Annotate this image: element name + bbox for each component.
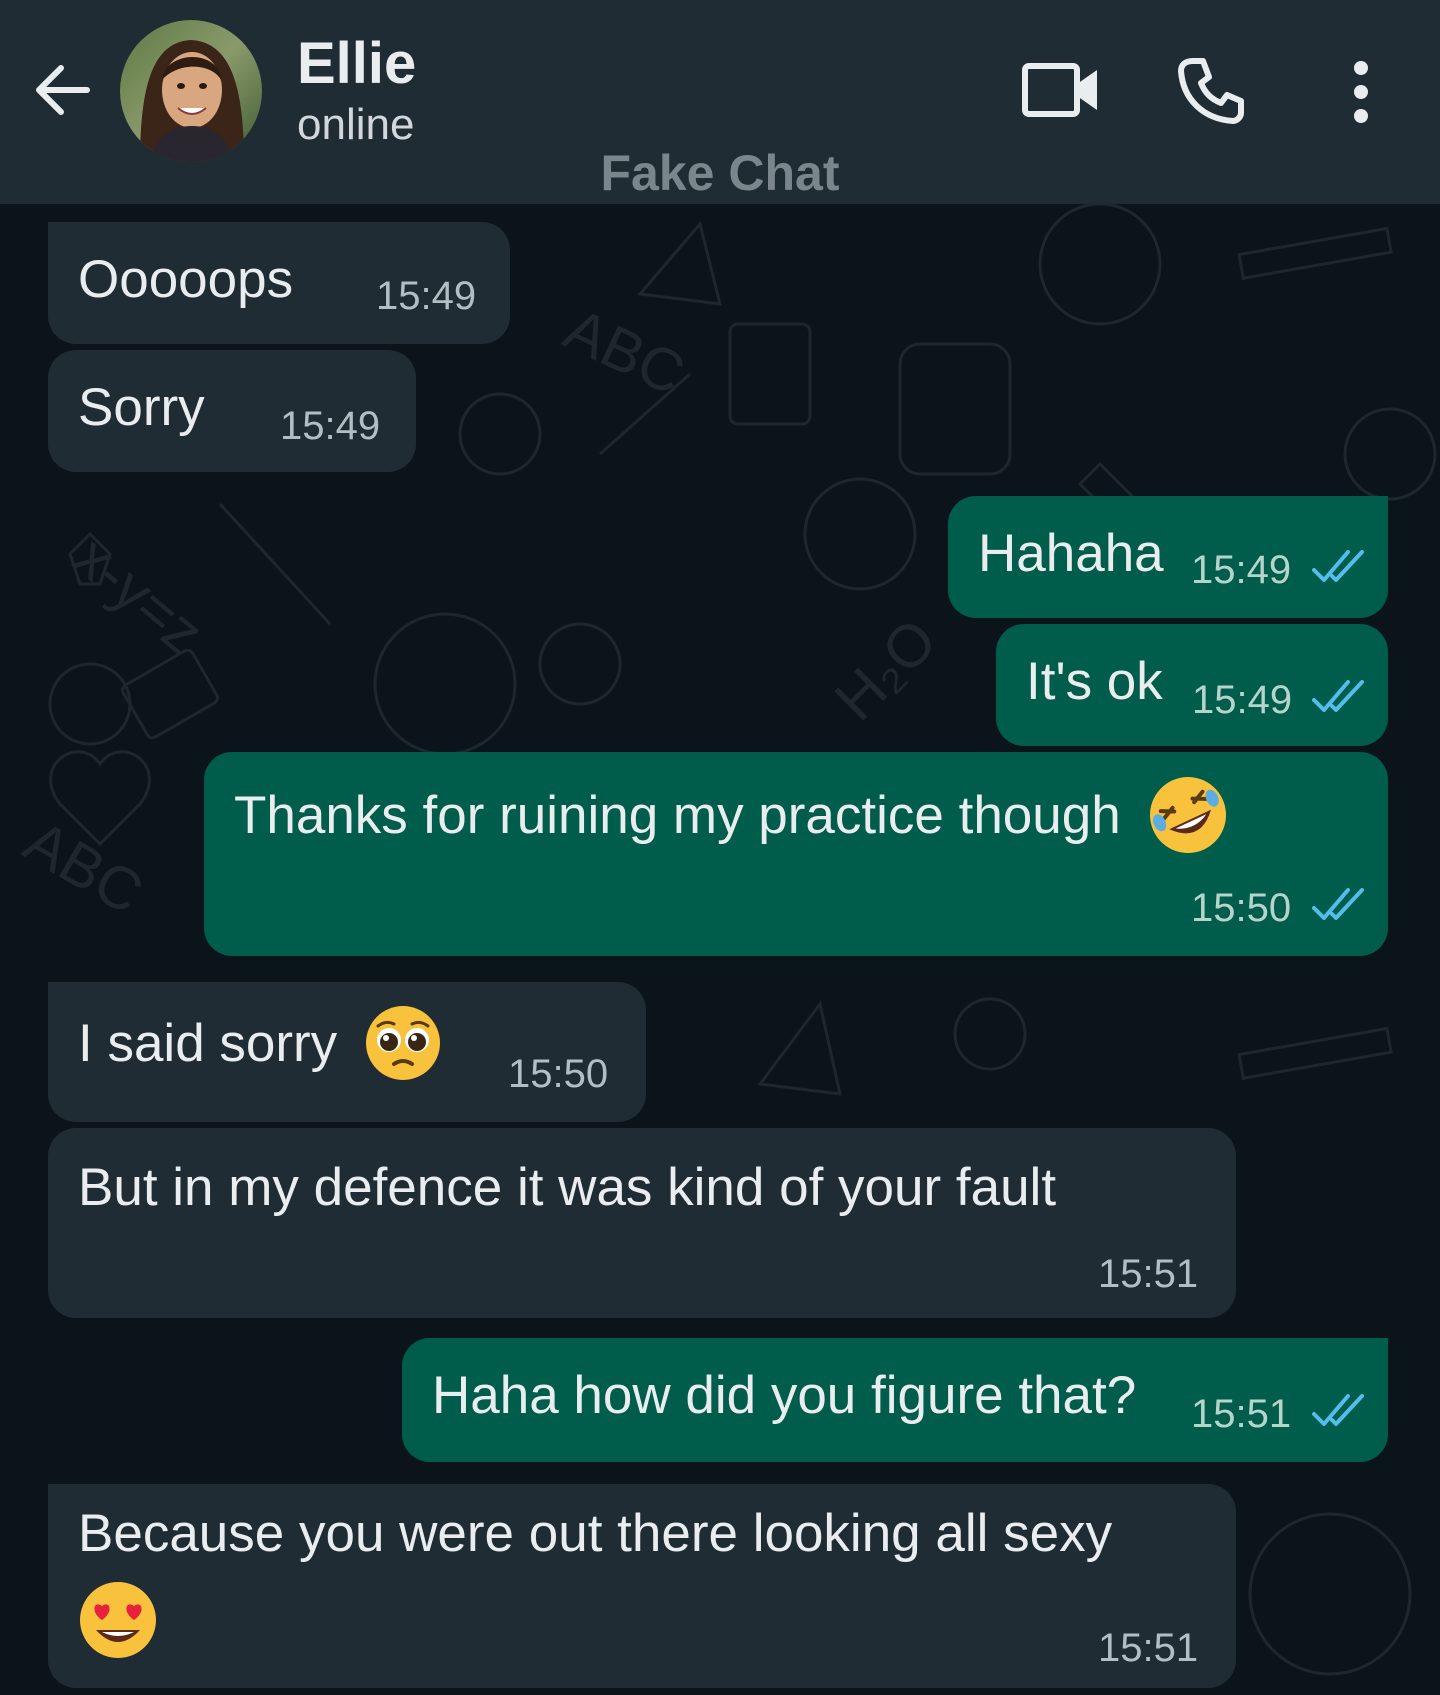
more-options-button[interactable] (1336, 50, 1386, 134)
rolling-laughing-emoji-icon (1150, 777, 1227, 853)
message-text: Because you were out there looking all s… (78, 1504, 1113, 1563)
svg-text:H₂O: H₂O (822, 606, 949, 733)
message-incoming[interactable]: But in my defence it was kind of your fa… (48, 1128, 1236, 1318)
message-outgoing[interactable]: Thanks for ruining my practice though 15… (204, 752, 1388, 956)
message-text: But in my defence it was kind of your fa… (78, 1158, 1057, 1217)
message-text: Haha how did you figure that? (432, 1366, 1137, 1425)
more-vert-icon (1354, 61, 1368, 123)
chat-header: Ellie online Fake Chat (0, 0, 1440, 204)
svg-text:ABC: ABC (555, 295, 695, 408)
phone-icon (1178, 58, 1244, 124)
svg-text:ABC: ABC (14, 807, 154, 927)
message-time: 15:51 (1191, 1392, 1292, 1436)
message-time: 15:49 (376, 274, 477, 318)
message-time: 15:49 (1192, 678, 1293, 722)
contact-name[interactable]: Ellie (297, 30, 416, 97)
message-time: 15:49 (1191, 548, 1292, 592)
message-text: Thanks for ruining my practice though (234, 777, 1229, 856)
watermark: Fake Chat (600, 145, 840, 201)
message-time: 15:50 (1191, 886, 1292, 930)
double-check-icon (1312, 1394, 1364, 1426)
avatar-photo (120, 20, 262, 162)
message-incoming[interactable]: I said sorry 15:50 (48, 982, 646, 1122)
message-text: I said sorry (78, 1006, 442, 1082)
message-text-content: I said sorry (78, 1014, 338, 1073)
message-text-content: Thanks for ruining my practice though (234, 786, 1121, 845)
pleading-face-emoji-icon (365, 1006, 440, 1080)
voice-call-button[interactable] (1168, 50, 1254, 132)
double-check-icon (1312, 888, 1364, 920)
avatar[interactable] (120, 20, 262, 162)
back-arrow-icon (36, 65, 90, 115)
double-check-icon (1312, 550, 1364, 582)
heart-eyes-emoji-icon (80, 1582, 156, 1658)
message-time: 15:49 (280, 404, 381, 448)
message-text: Ooooops (78, 250, 294, 309)
chat-area[interactable]: ABC ABC x-y=z H₂O Ooooops 15:49 Sorry 15… (0, 204, 1440, 1695)
message-text: It's ok (1026, 652, 1163, 711)
message-text: Sorry (78, 378, 205, 437)
back-button[interactable] (28, 52, 94, 128)
message-outgoing[interactable]: Hahaha 15:49 (948, 496, 1388, 618)
message-outgoing[interactable]: It's ok 15:49 (996, 624, 1388, 746)
contact-status: online (297, 100, 415, 149)
message-incoming[interactable]: Ooooops 15:49 (48, 222, 510, 344)
message-incoming[interactable]: Because you were out there looking all s… (48, 1484, 1236, 1688)
video-call-icon (1022, 63, 1097, 117)
svg-text:x-y=z: x-y=z (62, 523, 216, 668)
message-incoming[interactable]: Sorry 15:49 (48, 350, 416, 472)
message-text: Hahaha (978, 524, 1164, 583)
double-check-icon (1312, 680, 1364, 712)
message-outgoing[interactable]: Haha how did you figure that? 15:51 (402, 1338, 1388, 1462)
message-time: 15:50 (508, 1052, 609, 1096)
video-call-button[interactable] (1010, 52, 1112, 128)
message-time: 15:51 (1098, 1252, 1199, 1296)
message-time: 15:51 (1098, 1626, 1199, 1670)
